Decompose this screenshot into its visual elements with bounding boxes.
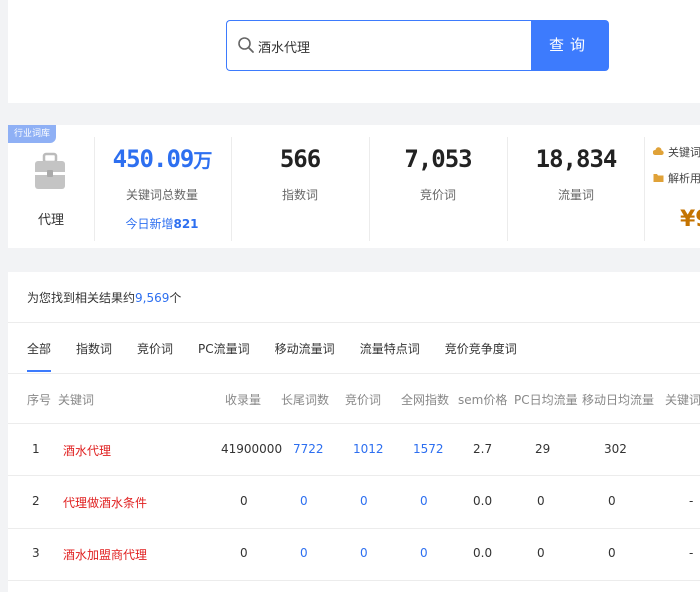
row-index: 2 (32, 494, 40, 508)
tab-bid-words[interactable]: 竞价词 (137, 340, 173, 357)
search-icon (238, 37, 254, 53)
col-header-indexed: 收录量 (225, 393, 262, 407)
side-item-user-analysis[interactable]: 解析用户 (653, 170, 700, 186)
tab-pc-traffic-words[interactable]: PC流量词 (198, 340, 250, 357)
row-sem-price: 0.0 (473, 546, 493, 560)
row-sem-price: 0.0 (473, 494, 493, 508)
search-input-value: 酒水代理 (258, 41, 311, 56)
row-bid-link[interactable]: 0 (360, 546, 368, 560)
divider (8, 475, 700, 476)
stat-label: 指数词 (281, 188, 318, 202)
row-longtail-link[interactable]: 0 (300, 546, 308, 560)
today-new-link[interactable]: 今日新增821 (94, 215, 230, 232)
stat-total-label: 关键词总数量 (125, 188, 198, 202)
col-header-keyword: 关键词 (58, 393, 95, 407)
briefcase-icon (35, 152, 65, 189)
divider (644, 137, 645, 241)
folder-icon (653, 174, 664, 182)
row-indexed: 0 (240, 546, 248, 560)
row-pc-traffic: 29 (535, 442, 551, 456)
results-panel: 为您找到相关结果约9,569个 全部 指数词 竞价词 PC流量词 移动流量词 流… (8, 272, 700, 592)
col-header-sem-price: sem价格 (458, 393, 508, 407)
stat-value: 566 (279, 145, 321, 173)
row-web-index-link[interactable]: 0 (420, 494, 428, 508)
divider (8, 528, 700, 529)
stat-total-value: 450.09万 (112, 145, 213, 173)
row-web-index-link[interactable]: 1572 (413, 442, 444, 456)
row-bid-link[interactable]: 0 (360, 494, 368, 508)
row-pc-traffic: 0 (537, 494, 545, 508)
search-panel: 酒水代理 查询 (8, 0, 700, 103)
stat-value: 7,053 (404, 145, 472, 173)
tab-all[interactable]: 全部 (27, 340, 52, 372)
col-header-mobile-traffic: 移动日均流量 (582, 393, 655, 407)
keyword-type-tabs: 全部 指数词 竞价词 PC流量词 移动流量词 流量特点词 竞价竞争度词 (27, 340, 542, 372)
results-count: 为您找到相关结果约9,569个 (27, 291, 182, 305)
col-header-pc-traffic: PC日均流量 (514, 393, 578, 407)
row-difficulty: - (689, 494, 694, 508)
row-mobile-traffic: 0 (608, 546, 616, 560)
price-value: ¥99 (680, 207, 700, 232)
row-bid-link[interactable]: 1012 (353, 442, 384, 456)
search-input[interactable]: 酒水代理 (226, 20, 532, 71)
tab-bid-competition-words[interactable]: 竞价竞争度词 (445, 340, 517, 357)
tab-index-words[interactable]: 指数词 (76, 340, 112, 357)
row-mobile-traffic: 302 (604, 442, 627, 456)
divider (8, 322, 700, 323)
row-keyword-link[interactable]: 酒水加盟商代理 (63, 546, 147, 563)
side-item-keyword-topic[interactable]: 关键词题 (653, 144, 700, 160)
stat-value: 18,834 (535, 145, 618, 173)
industry-keyword: 代理 (38, 213, 65, 228)
stat-label: 竞价词 (419, 188, 456, 202)
col-header-longtail: 长尾词数 (281, 393, 330, 407)
keyword-stats-panel: 行业词库 代理 450.09万 关键词总数量 今日新增821 566 指数词 7… (8, 125, 700, 248)
row-mobile-traffic: 0 (608, 494, 616, 508)
col-header-bid: 竞价词 (345, 393, 382, 407)
row-longtail-link[interactable]: 0 (300, 494, 308, 508)
row-keyword-link[interactable]: 代理做酒水条件 (63, 494, 147, 511)
row-difficulty: - (689, 546, 694, 560)
row-indexed: 0 (240, 494, 248, 508)
stat-label: 流量词 (557, 188, 594, 202)
cloud-icon (653, 147, 664, 155)
row-index: 1 (32, 442, 40, 456)
row-longtail-link[interactable]: 7722 (293, 442, 324, 456)
industry-tag: 行业词库 (8, 125, 57, 143)
col-header-web-index: 全网指数 (401, 393, 450, 407)
row-keyword-link[interactable]: 酒水代理 (63, 442, 111, 459)
tab-mobile-traffic-words[interactable]: 移动流量词 (275, 340, 335, 357)
divider (8, 423, 700, 424)
col-header-index: 序号 (27, 393, 52, 407)
row-index: 3 (32, 546, 40, 560)
divider (8, 373, 700, 374)
search-button[interactable]: 查询 (531, 20, 609, 71)
col-header-difficulty: 关键词难 (665, 393, 700, 407)
row-web-index-link[interactable]: 0 (420, 546, 428, 560)
row-pc-traffic: 0 (537, 546, 545, 560)
tab-traffic-feature-words[interactable]: 流量特点词 (360, 340, 420, 357)
row-sem-price: 2.7 (473, 442, 493, 456)
row-indexed: 41900000 (221, 442, 283, 456)
divider (8, 580, 700, 581)
